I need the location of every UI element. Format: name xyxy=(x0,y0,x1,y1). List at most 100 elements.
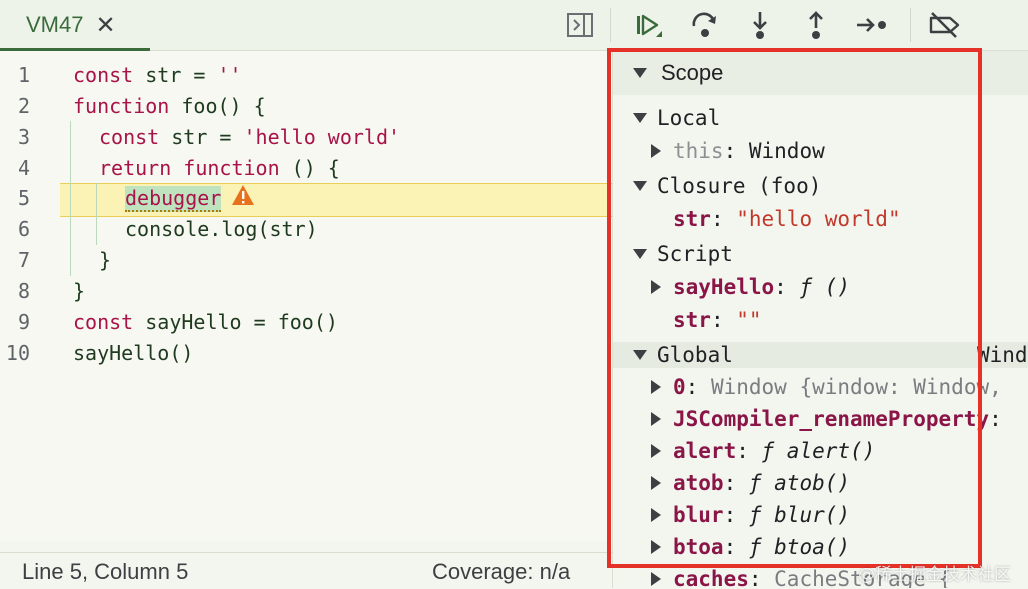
scope-script[interactable]: Script xyxy=(613,238,1028,270)
tab-vm47[interactable]: VM47 ✕ xyxy=(0,0,150,51)
code-line[interactable]: 5 debugger xyxy=(0,183,612,214)
chevron-down-icon xyxy=(633,249,647,259)
code-token: const xyxy=(73,63,146,87)
code-text: const sayHello = foo() xyxy=(73,307,338,338)
line-number[interactable]: 2 xyxy=(0,91,30,122)
code-token: return function xyxy=(99,156,292,180)
chevron-right-icon xyxy=(651,508,661,522)
code-token: str = xyxy=(145,63,218,87)
scope-global-value: Wind xyxy=(977,343,1028,367)
property-value: "" xyxy=(736,308,762,332)
property-separator: : xyxy=(723,535,749,559)
property-key: atob xyxy=(673,471,724,495)
property-value: ƒ btoa() xyxy=(748,535,851,559)
line-number[interactable]: 5 xyxy=(0,183,30,214)
property-separator: : xyxy=(736,439,762,463)
property-key: str xyxy=(673,308,711,332)
code-editor[interactable]: 1 const str = '' 2 function foo() { 3 const s… xyxy=(0,51,612,541)
step-icon[interactable] xyxy=(855,8,889,42)
deactivate-breakpoints-icon[interactable] xyxy=(928,8,962,42)
property-key: caches xyxy=(673,567,749,588)
cursor-position: Line 5, Column 5 xyxy=(22,559,189,584)
property-key: JSCompiler_renameProperty xyxy=(673,407,990,431)
property-key: this xyxy=(673,139,724,163)
line-number[interactable]: 8 xyxy=(0,276,30,307)
step-out-icon[interactable] xyxy=(799,8,833,42)
chevron-down-icon xyxy=(633,68,647,78)
code-line[interactable]: 10 sayHello() xyxy=(0,338,612,369)
code-text: const str = '' xyxy=(73,60,242,91)
global-property[interactable]: 0: Window {window: Window, xyxy=(613,371,1028,403)
chevron-right-icon xyxy=(651,144,661,158)
code-token: () { xyxy=(291,156,340,180)
code-text: function foo() { xyxy=(73,91,266,122)
tab-label: VM47 xyxy=(26,12,84,37)
property-key: str xyxy=(673,207,711,231)
line-number[interactable]: 6 xyxy=(0,214,30,245)
line-number[interactable]: 7 xyxy=(0,245,30,276)
global-property[interactable]: atob: ƒ atob() xyxy=(613,467,1028,499)
step-into-icon[interactable] xyxy=(743,8,777,42)
property-separator: : xyxy=(723,471,749,495)
chevron-down-icon xyxy=(633,113,647,123)
chevron-right-icon xyxy=(651,412,661,426)
property-separator: : xyxy=(685,375,711,399)
global-property[interactable]: btoa: ƒ btoa() xyxy=(613,531,1028,563)
code-token: } xyxy=(73,279,86,303)
scope-local-label: Local xyxy=(657,106,721,130)
code-line[interactable]: 8} xyxy=(0,276,612,307)
line-number[interactable]: 9 xyxy=(0,307,30,338)
close-icon[interactable]: ✕ xyxy=(95,11,115,40)
code-text: } xyxy=(99,245,111,276)
scope-global[interactable]: Global Wind xyxy=(613,339,1028,371)
line-number[interactable]: 10 xyxy=(0,338,30,369)
global-property[interactable]: blur: ƒ blur() xyxy=(613,499,1028,531)
chevron-right-icon xyxy=(651,476,661,490)
scope-closure[interactable]: Closure (foo) xyxy=(613,170,1028,202)
chevron-right-icon xyxy=(651,380,661,394)
code-line[interactable]: 6 console.log(str) xyxy=(0,214,612,245)
toggle-sidebar-icon[interactable] xyxy=(566,11,594,39)
code-token: foo() { xyxy=(181,94,266,118)
code-line[interactable]: 9 const sayHello = foo() xyxy=(0,307,612,338)
property-separator: : xyxy=(723,503,749,527)
scope-property-sayhello[interactable]: sayHello: ƒ () xyxy=(613,271,1028,303)
code-text: console.log(str) xyxy=(125,214,318,245)
code-token: 'hello world' xyxy=(243,125,401,149)
line-number[interactable]: 1 xyxy=(0,60,30,91)
scope-section-header[interactable]: Scope xyxy=(613,51,1028,95)
code-text: debugger xyxy=(125,183,255,215)
code-line[interactable]: 4 return function () { xyxy=(0,153,612,184)
debugger-sidebar: Scope Local this: Window Closure (foo) s… xyxy=(612,51,1028,588)
step-over-icon[interactable] xyxy=(688,8,722,42)
scope-local[interactable]: Local xyxy=(613,102,1028,134)
warning-icon[interactable] xyxy=(231,184,255,215)
toolbar-divider xyxy=(910,8,911,42)
chevron-right-icon xyxy=(651,540,661,554)
property-separator: : xyxy=(989,407,1002,431)
watermark: @稀土掘金技术社区 xyxy=(858,565,1011,585)
scope-global-label: Global xyxy=(657,343,733,367)
scope-property-this[interactable]: this: Window xyxy=(613,135,1028,167)
scope-property-str[interactable]: str: "" xyxy=(613,304,1028,336)
code-token: console.log(str) xyxy=(125,217,318,241)
code-token: debugger xyxy=(125,186,222,212)
code-line[interactable]: 3 const str = 'hello world' xyxy=(0,122,612,153)
line-number[interactable]: 4 xyxy=(0,153,30,184)
property-value: ƒ atob() xyxy=(748,471,851,495)
resume-icon[interactable] xyxy=(632,8,666,42)
coverage-status: Coverage: n/a xyxy=(432,559,571,584)
scope-script-label: Script xyxy=(657,242,733,266)
code-line[interactable]: 2 function foo() { xyxy=(0,91,612,122)
scope-property-str[interactable]: str: "hello world" xyxy=(613,203,1028,235)
global-property[interactable]: alert: ƒ alert() xyxy=(613,435,1028,467)
line-number[interactable]: 3 xyxy=(0,122,30,153)
global-property[interactable]: JSCompiler_renameProperty: xyxy=(613,403,1028,435)
code-line[interactable]: 1 const str = '' xyxy=(0,60,612,91)
code-token: const xyxy=(99,125,172,149)
code-token: const xyxy=(73,310,146,334)
code-line[interactable]: 7} xyxy=(0,245,612,276)
code-token: str = xyxy=(171,125,244,149)
top-bar: VM47 ✕ xyxy=(0,0,1028,51)
code-token: '' xyxy=(217,63,242,87)
